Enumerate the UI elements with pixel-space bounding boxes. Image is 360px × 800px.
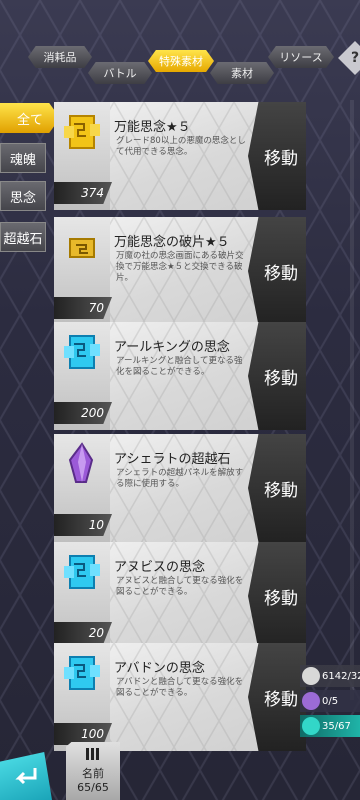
item-desc: アバドンと融合して更なる強化を図ることができる。 [116,677,244,698]
item-desc: 万魔の社の思念画面にある破片交換で万能思念★５と交換できる破片。 [116,251,244,283]
list-item[interactable]: 20 アヌビスの思念 アヌビスと融合して更なる強化を図ることができる。 移動 [54,542,306,650]
sort-icon [86,748,99,760]
item-desc: アヌビスと融合して更なる強化を図ることができる。 [116,576,244,597]
blue-puzzle-icon [64,555,100,589]
demon-value: 0/5 [322,695,339,707]
energy-value: 35/67 [322,720,351,732]
filter-all[interactable]: 全て [0,103,60,133]
tab-label: 素材 [231,67,253,80]
move-label: 移動 [264,368,298,389]
stamina-value: 6142/320 [322,670,360,682]
help-icon: ? [350,50,360,66]
filter-soul[interactable]: 魂魄 [0,143,46,173]
tab-consumables[interactable]: 消耗品 [28,46,92,68]
tab-resources[interactable]: リソース [268,46,334,68]
item-desc: アシェラトの超越パネルを解放する際に使用する。 [116,468,244,489]
back-arrow-icon [15,768,37,785]
tab-label: バトル [103,67,137,80]
item-count: 70 [54,297,112,319]
item-desc: グレード80以上の悪魔の思念として代用できる思念。 [116,136,246,157]
move-button[interactable]: 移動 [248,434,306,542]
item-count: 20 [54,622,112,644]
sort-label: 名前 [82,767,104,780]
filter-transcend-stone[interactable]: 超越石 [0,222,46,252]
item-title: アヌビスの思念 [114,560,206,575]
move-label: 移動 [264,263,298,284]
energy-stat: 35/67 [300,715,360,737]
tab-materials[interactable]: 素材 [210,62,274,84]
filter-label: 魂魄 [9,152,36,168]
list-item[interactable]: 70 万能思念の破片★５ 万魔の社の思念画面にある破片交換で万能思念★５と交換で… [54,217,306,325]
item-title: アールキングの思念 [114,340,230,355]
list-item[interactable]: 374 万能思念★５ グレード80以上の悪魔の思念として代用できる思念。 移動 [54,102,306,210]
stamina-stat: 6142/320 [300,665,360,687]
move-button[interactable]: 移動 [248,102,306,210]
move-label: 移動 [264,588,298,609]
item-title: アバドンの思念 [114,661,205,676]
inventory-capacity: 65/65 [77,781,109,794]
move-label: 移動 [264,148,298,169]
demon-stat: 0/5 [300,690,360,712]
move-button[interactable]: 移動 [248,542,306,650]
list-item[interactable]: 200 アールキングの思念 アールキングと融合して更なる強化を図ることができる。… [54,322,306,430]
sort-button[interactable]: 名前 65/65 [66,742,120,800]
item-title: アシェラトの超越石 [114,452,231,467]
demon-icon [302,692,320,710]
move-button[interactable]: 移動 [248,643,306,751]
energy-icon [302,717,320,735]
list-item[interactable]: 10 アシェラトの超越石 アシェラトの超越パネルを解放する際に使用する。 移動 [54,434,306,542]
scrollbar[interactable] [350,100,354,700]
tab-label: リソース [279,51,323,64]
tab-special-materials[interactable]: 特殊素材 [148,50,214,72]
stamina-run-icon [302,667,320,685]
tab-label: 特殊素材 [159,55,203,68]
move-label: 移動 [264,480,298,501]
filter-label: 全て [16,112,43,128]
item-count: 10 [54,514,112,536]
tab-label: 消耗品 [43,51,77,64]
tab-battle[interactable]: バトル [88,62,152,84]
item-count: 100 [54,723,112,745]
item-count: 374 [54,182,112,204]
gold-puzzle-icon [64,115,100,149]
filter-thought[interactable]: 思念 [0,181,46,211]
item-title: 万能思念★５ [114,120,191,135]
move-button[interactable]: 移動 [248,322,306,430]
filter-label: 思念 [9,190,36,206]
item-title: 万能思念の破片★５ [114,235,230,250]
list-item[interactable]: 100 アバドンの思念 アバドンと融合して更なる強化を図ることができる。 移動 [54,643,306,751]
item-count: 200 [54,402,112,424]
gold-fragment-icon [69,238,95,258]
purple-crystal-icon [68,442,94,483]
move-button[interactable]: 移動 [248,217,306,325]
blue-puzzle-icon [64,335,100,369]
item-desc: アールキングと融合して更なる強化を図ることができる。 [116,356,243,377]
blue-puzzle-icon [64,656,100,690]
filter-label: 超越石 [3,231,43,247]
move-label: 移動 [264,689,298,710]
